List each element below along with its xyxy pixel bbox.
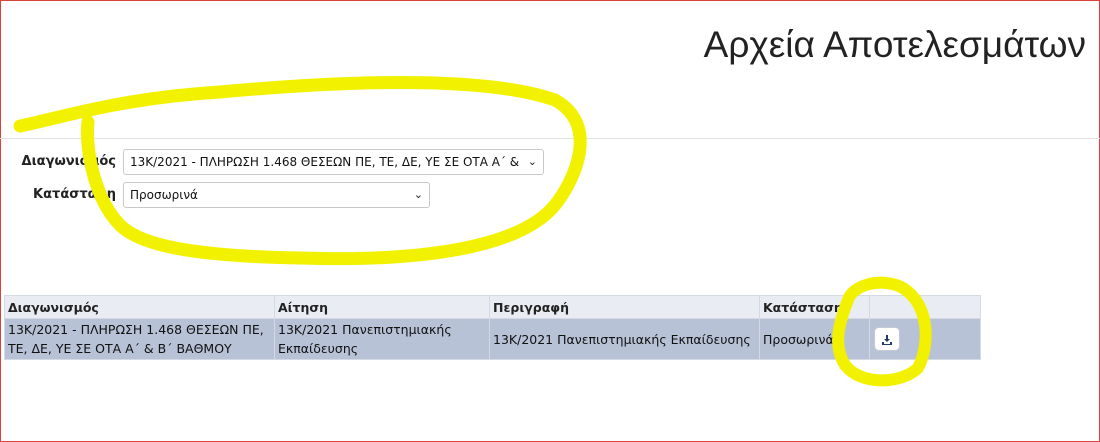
cell-application: 13Κ/2021 Πανεπιστημιακής Εκπαίδευσης (274, 318, 490, 360)
page-title: Αρχεία Αποτελεσμάτων (703, 24, 1086, 65)
divider (0, 138, 1100, 139)
chevron-down-icon: ⌄ (413, 188, 423, 201)
filter-status-row: Κατάσταση Προσωρινά ⌄ (0, 182, 1100, 210)
window-frame (0, 0, 1100, 442)
cell-competition: 13Κ/2021 - ΠΛΗΡΩΣΗ 1.468 ΘΕΣΕΩΝ ΠΕ, ΤΕ, … (4, 318, 275, 360)
download-icon (882, 334, 892, 345)
cell-status: Προσωρινά (759, 318, 870, 360)
table-header-row: Διαγωνισμός Αίτηση Περιγραφή Κατάσταση (4, 295, 981, 319)
header-actions (869, 295, 981, 319)
results-table: Διαγωνισμός Αίτηση Περιγραφή Κατάσταση 1… (4, 295, 981, 360)
table-row: 13Κ/2021 - ΠΛΗΡΩΣΗ 1.468 ΘΕΣΕΩΝ ΠΕ, ΤΕ, … (4, 318, 981, 360)
header-competition: Διαγωνισμός (4, 295, 275, 319)
status-label: Κατάσταση (33, 187, 116, 202)
competition-select[interactable]: 13Κ/2021 - ΠΛΗΡΩΣΗ 1.468 ΘΕΣΕΩΝ ΠΕ, ΤΕ, … (123, 149, 544, 175)
cell-actions (869, 318, 981, 360)
cell-description: 13Κ/2021 Πανεπιστημιακής Εκπαίδευσης (489, 318, 760, 360)
header-application: Αίτηση (274, 295, 490, 319)
filter-competition-row: Διαγωνισμός 13Κ/2021 - ΠΛΗΡΩΣΗ 1.468 ΘΕΣ… (0, 149, 1100, 177)
status-select-value: Προσωρινά (130, 188, 198, 202)
status-select[interactable]: Προσωρινά ⌄ (123, 182, 430, 208)
header-description: Περιγραφή (489, 295, 760, 319)
header-status: Κατάσταση (759, 295, 870, 319)
competition-label: Διαγωνισμός (21, 154, 116, 169)
competition-select-value: 13Κ/2021 - ΠΛΗΡΩΣΗ 1.468 ΘΕΣΕΩΝ ΠΕ, ΤΕ, … (130, 155, 520, 169)
chevron-down-icon: ⌄ (527, 155, 537, 168)
download-button[interactable] (874, 327, 900, 351)
